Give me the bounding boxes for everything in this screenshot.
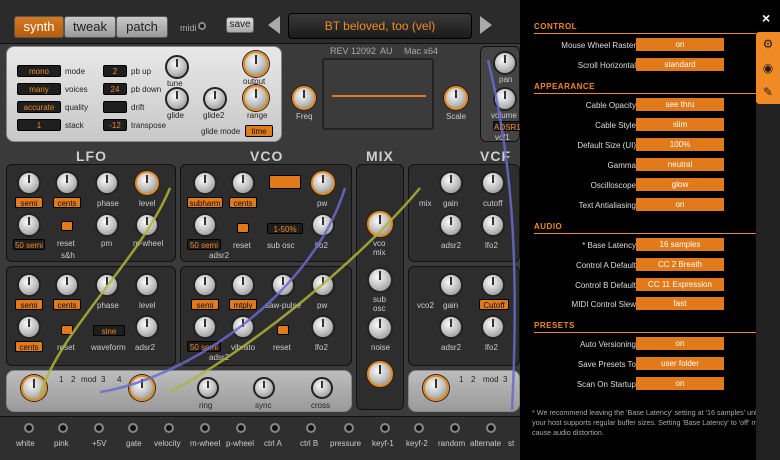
base-latency-select[interactable]: 16 samples [636, 238, 724, 251]
midi-icon[interactable]: ◉ [756, 56, 780, 80]
cable-purple-2[interactable] [486, 59, 516, 411]
section-control-heading: CONTROL [534, 22, 578, 31]
mouse-wheel-raster-label: Mouse Wheel Raster [561, 41, 636, 50]
oscilloscope-select[interactable]: glow [636, 178, 724, 191]
mouse-wheel-raster-toggle[interactable]: on [636, 38, 724, 51]
side-tool-strip: ⚙ ◉ ✎ [756, 32, 780, 104]
section-appearance-divider [534, 93, 756, 94]
patch-cables [38, 59, 516, 411]
control-b-default-label: Control B Default [575, 281, 636, 290]
section-presets-heading: PRESETS [534, 321, 575, 330]
cable-opacity-select[interactable]: see thru [636, 98, 724, 111]
cable-style-select[interactable]: slim [636, 118, 724, 131]
base-latency-label: * Base Latency [582, 241, 636, 250]
save-presets-to-select[interactable]: user folder [636, 357, 724, 370]
control-a-default-label: Control A Default [575, 261, 636, 270]
cable-yellow-2[interactable] [169, 187, 421, 394]
latency-footnote: * We recommend leaving the 'Base Latency… [532, 408, 768, 437]
text-antialiasing-toggle[interactable]: on [636, 198, 724, 211]
scroll-horizontal-select[interactable]: standard [636, 58, 724, 71]
auto-versioning-toggle[interactable]: on [636, 337, 724, 350]
synth-panel: synth tweak patch midi save BT beloved, … [0, 0, 520, 460]
close-icon[interactable]: × [762, 10, 770, 26]
section-control-divider [534, 33, 756, 34]
save-presets-to-label: Save Presets To [577, 360, 636, 369]
scan-on-startup-label: Scan On Startup [576, 380, 636, 389]
cable-opacity-label: Cable Opacity [585, 101, 636, 110]
auto-versioning-label: Auto Versioning [579, 340, 636, 349]
tools-icon[interactable]: ✎ [756, 80, 780, 104]
gamma-label: Gamma [607, 161, 636, 170]
scroll-horizontal-label: Scroll Horizontal [577, 61, 636, 70]
section-appearance-heading: APPEARANCE [534, 82, 596, 91]
cable-yellow-1[interactable] [38, 187, 172, 396]
control-a-default-select[interactable]: CC 2 Breath [636, 258, 724, 271]
settings-overlay: CONTROL Mouse Wheel Raster on Scroll Hor… [520, 0, 780, 460]
scan-on-startup-toggle[interactable]: on [636, 377, 724, 390]
default-size-label: Default Size (UI) [577, 141, 636, 150]
gear-icon[interactable]: ⚙ [756, 32, 780, 56]
midi-control-slew-label: MIDI Control Slew [571, 300, 636, 309]
default-size-select[interactable]: 100% [636, 138, 724, 151]
right-edge-panel [756, 104, 780, 460]
section-audio-heading: AUDIO [534, 222, 563, 231]
oscilloscope-label: Oscilloscope [590, 181, 636, 190]
control-b-default-select[interactable]: CC 11 Expression [636, 278, 724, 291]
text-antialiasing-label: Text Antialiasing [578, 201, 636, 210]
section-audio-divider [534, 233, 756, 234]
section-presets-divider [534, 332, 756, 333]
midi-control-slew-select[interactable]: fast [636, 297, 724, 310]
gamma-select[interactable]: neutral [636, 158, 724, 171]
cable-style-label: Cable Style [595, 121, 636, 130]
